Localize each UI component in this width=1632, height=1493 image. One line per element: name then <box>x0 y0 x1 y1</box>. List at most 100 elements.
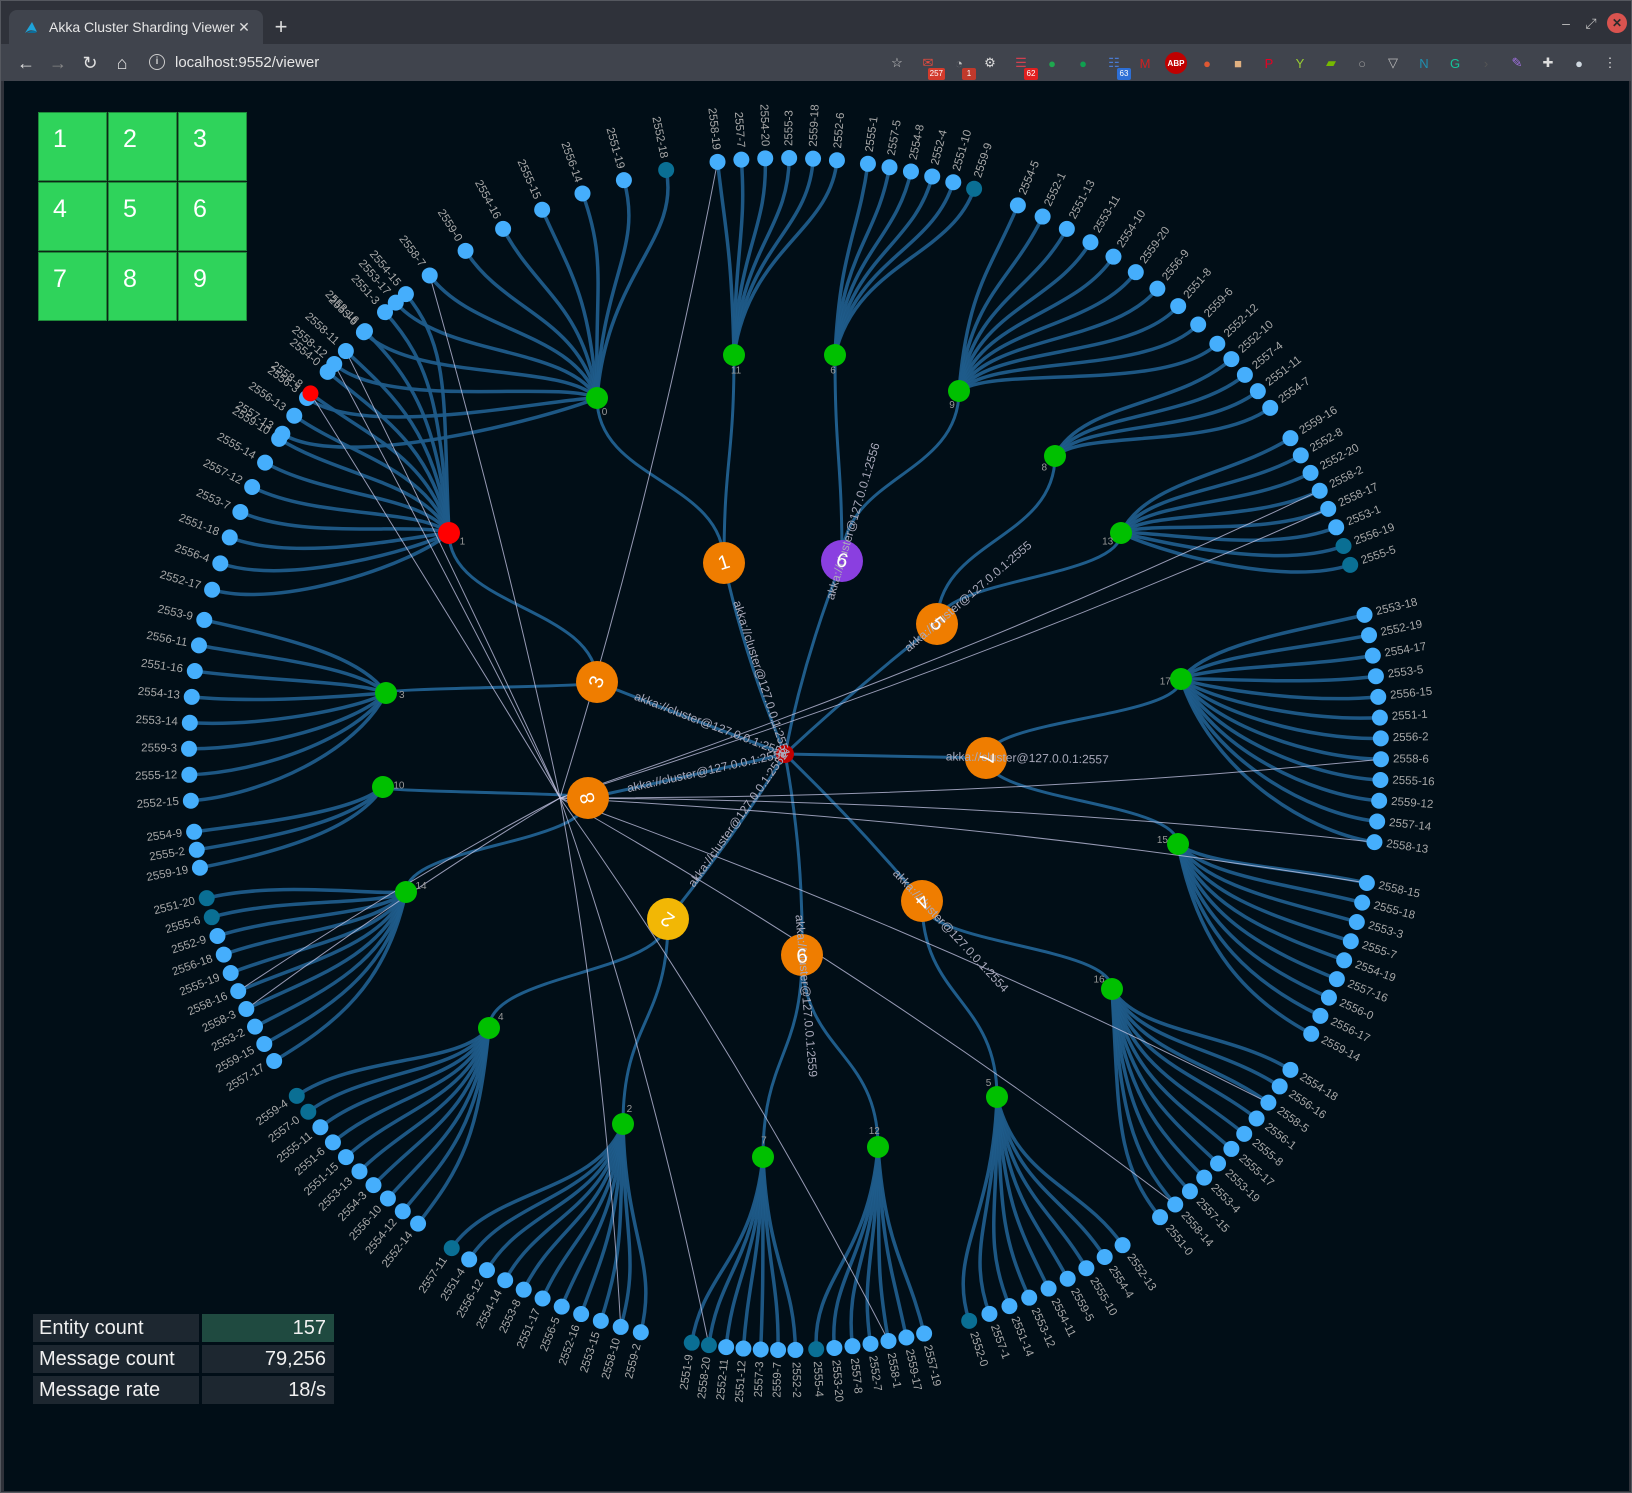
entity-node[interactable] <box>1196 1169 1213 1186</box>
entity-node[interactable] <box>859 155 876 172</box>
face-icon[interactable]: ■ <box>1227 52 1249 74</box>
entity-node[interactable] <box>443 1240 460 1257</box>
tab-akka-viewer[interactable]: Akka Cluster Sharding Viewer ✕ <box>9 10 263 44</box>
entity-node[interactable] <box>902 163 919 180</box>
duckduckgo-icon[interactable]: ● <box>1196 52 1218 74</box>
entity-node[interactable] <box>1236 366 1253 383</box>
entity-node[interactable] <box>1356 606 1373 623</box>
entity-node[interactable] <box>271 430 288 447</box>
entity-node[interactable] <box>1292 447 1309 464</box>
entity-node[interactable] <box>880 1332 897 1349</box>
entity-node[interactable] <box>1328 519 1345 536</box>
entity-node[interactable] <box>770 1341 787 1358</box>
minimize-button[interactable]: – <box>1556 13 1576 33</box>
entity-node[interactable] <box>592 1312 609 1329</box>
entity-node[interactable] <box>916 1325 933 1342</box>
adblock-plus-icon[interactable]: ABP <box>1165 52 1187 74</box>
entity-node[interactable] <box>181 714 198 731</box>
grid-cell-9[interactable]: 9 <box>178 252 247 321</box>
entity-node[interactable] <box>181 766 198 783</box>
entity-node[interactable] <box>410 1215 427 1232</box>
entity-node[interactable] <box>1372 751 1389 768</box>
entity-node[interactable] <box>257 454 274 471</box>
entity-node[interactable] <box>1303 1025 1320 1042</box>
entity-node[interactable] <box>182 792 199 809</box>
restore-button[interactable]: ⤢ <box>1581 13 1601 33</box>
entity-node[interactable] <box>300 1103 317 1120</box>
entity-node[interactable] <box>337 343 354 360</box>
entity-node[interactable] <box>683 1334 700 1351</box>
entity-node[interactable] <box>190 637 207 654</box>
entity-node[interactable] <box>1328 971 1345 988</box>
list-counter-icon[interactable]: ☷ 63 <box>1103 52 1131 80</box>
n-bracket-icon[interactable]: N <box>1413 52 1435 74</box>
entity-node[interactable] <box>379 1190 396 1207</box>
shard-node[interactable] <box>986 1086 1008 1108</box>
entity-node[interactable] <box>198 890 215 907</box>
entity-node[interactable] <box>188 841 205 858</box>
entity-node[interactable] <box>615 172 632 189</box>
menu-kebab-icon[interactable]: ⋮ <box>1599 52 1621 74</box>
entity-node[interactable] <box>1248 1110 1265 1127</box>
entity-node[interactable] <box>1372 730 1389 747</box>
entity-node[interactable] <box>1354 894 1371 911</box>
entity-node[interactable] <box>945 174 962 191</box>
entity-node[interactable] <box>209 927 226 944</box>
entity-node[interactable] <box>221 529 238 546</box>
entity-node[interactable] <box>286 407 303 424</box>
entity-node[interactable] <box>1372 771 1389 788</box>
entity-node[interactable] <box>709 153 726 170</box>
mail-checker-icon[interactable]: M <box>1134 52 1156 74</box>
tab-stack-icon[interactable]: ☰ 62 <box>1010 52 1038 80</box>
entity-node[interactable] <box>324 1134 341 1151</box>
entity-node[interactable] <box>312 1119 329 1136</box>
entity-node[interactable] <box>752 1341 769 1358</box>
entity-node[interactable] <box>222 964 239 981</box>
entity-node[interactable] <box>658 161 675 178</box>
grid-cell-1[interactable]: 1 <box>38 112 107 181</box>
entity-node[interactable] <box>534 1290 551 1307</box>
entity-node[interactable] <box>479 1262 495 1279</box>
entity-node[interactable] <box>1167 1196 1184 1213</box>
entity-node[interactable] <box>212 555 229 572</box>
entity-node[interactable] <box>1249 383 1266 400</box>
entity-node[interactable] <box>805 150 822 167</box>
shard-node[interactable] <box>752 1146 774 1168</box>
entity-node[interactable] <box>700 1337 717 1354</box>
entity-node[interactable] <box>1127 264 1144 281</box>
shard-node[interactable] <box>1170 668 1192 690</box>
entity-node[interactable] <box>203 909 220 926</box>
grid-cell-4[interactable]: 4 <box>38 182 107 251</box>
entity-node[interactable] <box>495 220 512 237</box>
shard-node[interactable] <box>438 522 460 544</box>
entity-node[interactable] <box>1021 1289 1038 1306</box>
entity-node[interactable] <box>1170 298 1187 315</box>
entity-node[interactable] <box>781 150 798 167</box>
green-leaf-icon[interactable]: ● <box>1072 52 1094 74</box>
evernote-icon[interactable]: ● <box>1041 52 1063 74</box>
extensions-puzzle-icon[interactable]: ✚ <box>1537 52 1559 74</box>
entity-node[interactable] <box>826 1339 843 1356</box>
entity-node[interactable] <box>1236 1125 1253 1142</box>
entity-node[interactable] <box>319 363 336 380</box>
entity-node[interactable] <box>924 168 941 185</box>
entity-node[interactable] <box>204 581 221 598</box>
close-tab-icon[interactable]: ✕ <box>235 19 253 36</box>
entity-node[interactable] <box>1114 1237 1131 1254</box>
entity-node[interactable] <box>181 740 198 757</box>
new-tab-button[interactable]: + <box>267 13 295 41</box>
shard-node[interactable] <box>478 1017 500 1039</box>
entity-node[interactable] <box>1342 933 1359 950</box>
entity-node[interactable] <box>1034 208 1051 225</box>
entity-node[interactable] <box>232 503 249 520</box>
entity-node[interactable] <box>1209 335 1226 352</box>
entity-node[interactable] <box>1348 914 1365 931</box>
entity-node[interactable] <box>421 267 438 284</box>
entity-node[interactable] <box>230 983 247 1000</box>
entity-node[interactable] <box>844 1338 861 1355</box>
arrow-faded-icon[interactable]: › <box>1475 52 1497 74</box>
entity-node[interactable] <box>961 1312 978 1329</box>
entity-node[interactable] <box>1040 1280 1057 1297</box>
entity-node[interactable] <box>1282 430 1299 447</box>
entity-node[interactable] <box>247 1018 264 1035</box>
